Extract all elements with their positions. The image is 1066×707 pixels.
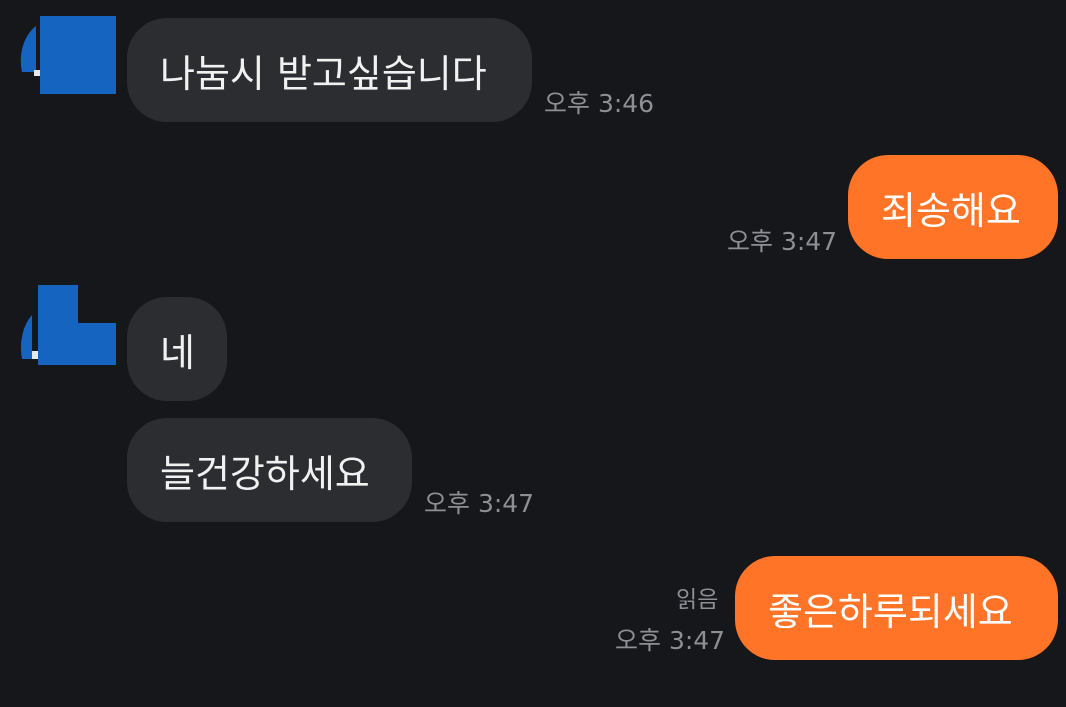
- message-timestamp: 오후 3:47: [727, 227, 838, 256]
- message-timestamp: 오후 3:46: [544, 89, 655, 118]
- message-text: 좋은하루되세요: [768, 589, 1013, 634]
- sender-avatar[interactable]: [18, 285, 118, 365]
- message-timestamp: 오후 3:47: [424, 489, 535, 518]
- incoming-message-bubble[interactable]: 늘건강하세요: [127, 418, 412, 522]
- sender-avatar[interactable]: [18, 14, 118, 94]
- message-text: 늘건강하세요: [160, 451, 370, 496]
- chat-window: 나눔시 받고싶습니다 오후 3:46 죄송해요 오후 3:47 네 늘건강하세요…: [0, 0, 1066, 707]
- outgoing-message-bubble[interactable]: 죄송해요: [848, 155, 1058, 259]
- message-text: 네: [160, 330, 195, 375]
- message-text: 죄송해요: [881, 188, 1021, 233]
- read-status: 읽음: [676, 587, 719, 613]
- message-text: 나눔시 받고싶습니다: [160, 51, 487, 96]
- message-timestamp: 오후 3:47: [615, 626, 726, 655]
- outgoing-message-bubble[interactable]: 좋은하루되세요: [735, 556, 1058, 660]
- incoming-message-bubble[interactable]: 나눔시 받고싶습니다: [127, 18, 532, 122]
- incoming-message-bubble[interactable]: 네: [127, 297, 227, 401]
